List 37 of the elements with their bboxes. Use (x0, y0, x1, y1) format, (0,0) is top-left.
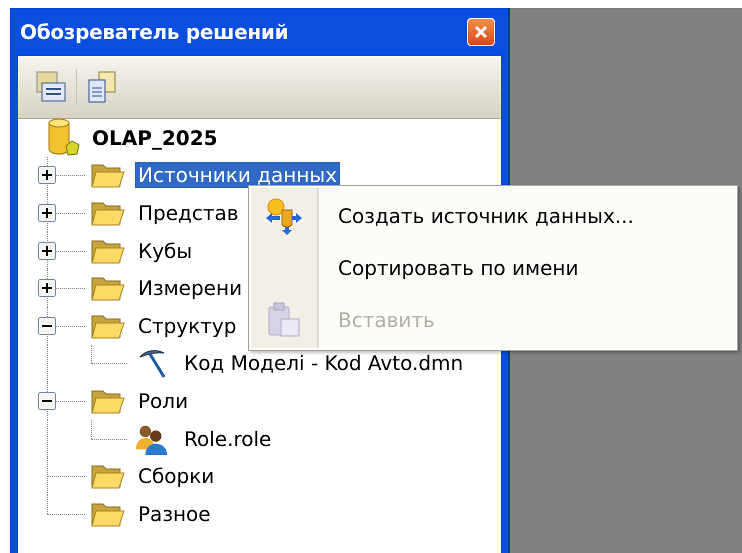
tree-item[interactable]: Структур (135, 312, 240, 339)
data-source-icon (266, 198, 302, 235)
tree-item[interactable]: Роли (135, 388, 192, 414)
close-icon (473, 24, 489, 40)
collapse-icon[interactable] (38, 392, 56, 410)
documents-icon[interactable] (87, 70, 117, 104)
expand-icon[interactable] (38, 279, 56, 298)
tree-item[interactable]: Измерени (135, 275, 246, 302)
folder-icon (91, 278, 125, 301)
close-button[interactable] (467, 18, 495, 46)
expand-icon[interactable] (38, 242, 56, 260)
users-icon (136, 425, 168, 455)
properties-icon[interactable] (36, 71, 66, 103)
pickaxe-icon (140, 350, 166, 378)
panel-title: Обозреватель решений (20, 20, 288, 44)
tree-item[interactable]: OLAP_2025 (89, 124, 221, 151)
folder-icon (91, 315, 125, 338)
tree-item[interactable]: Кубы (135, 238, 196, 264)
tree-item[interactable]: Разное (135, 500, 214, 527)
paste-icon (268, 302, 300, 336)
expand-icon[interactable] (38, 166, 56, 184)
folder-icon (91, 503, 125, 526)
tree-item[interactable]: Сборки (135, 463, 218, 490)
expand-icon[interactable] (38, 204, 56, 222)
tree-item[interactable]: Источники данных (135, 162, 340, 188)
folder-icon (91, 240, 125, 264)
collapse-icon[interactable] (38, 316, 56, 335)
menu-item[interactable]: Сортировать по имени (251, 242, 735, 294)
tree-item[interactable]: Role.role (181, 426, 274, 452)
folder-icon (91, 390, 125, 414)
folder-icon (91, 202, 125, 226)
tree-item[interactable]: Код Моделі - Kod Avto.dmn (181, 350, 466, 376)
folder-icon (91, 164, 125, 188)
tree-item[interactable]: Представ (135, 200, 242, 226)
menu-item[interactable]: Создать источник данных... (251, 190, 735, 242)
database-icon (48, 118, 80, 156)
folder-icon (91, 466, 125, 489)
